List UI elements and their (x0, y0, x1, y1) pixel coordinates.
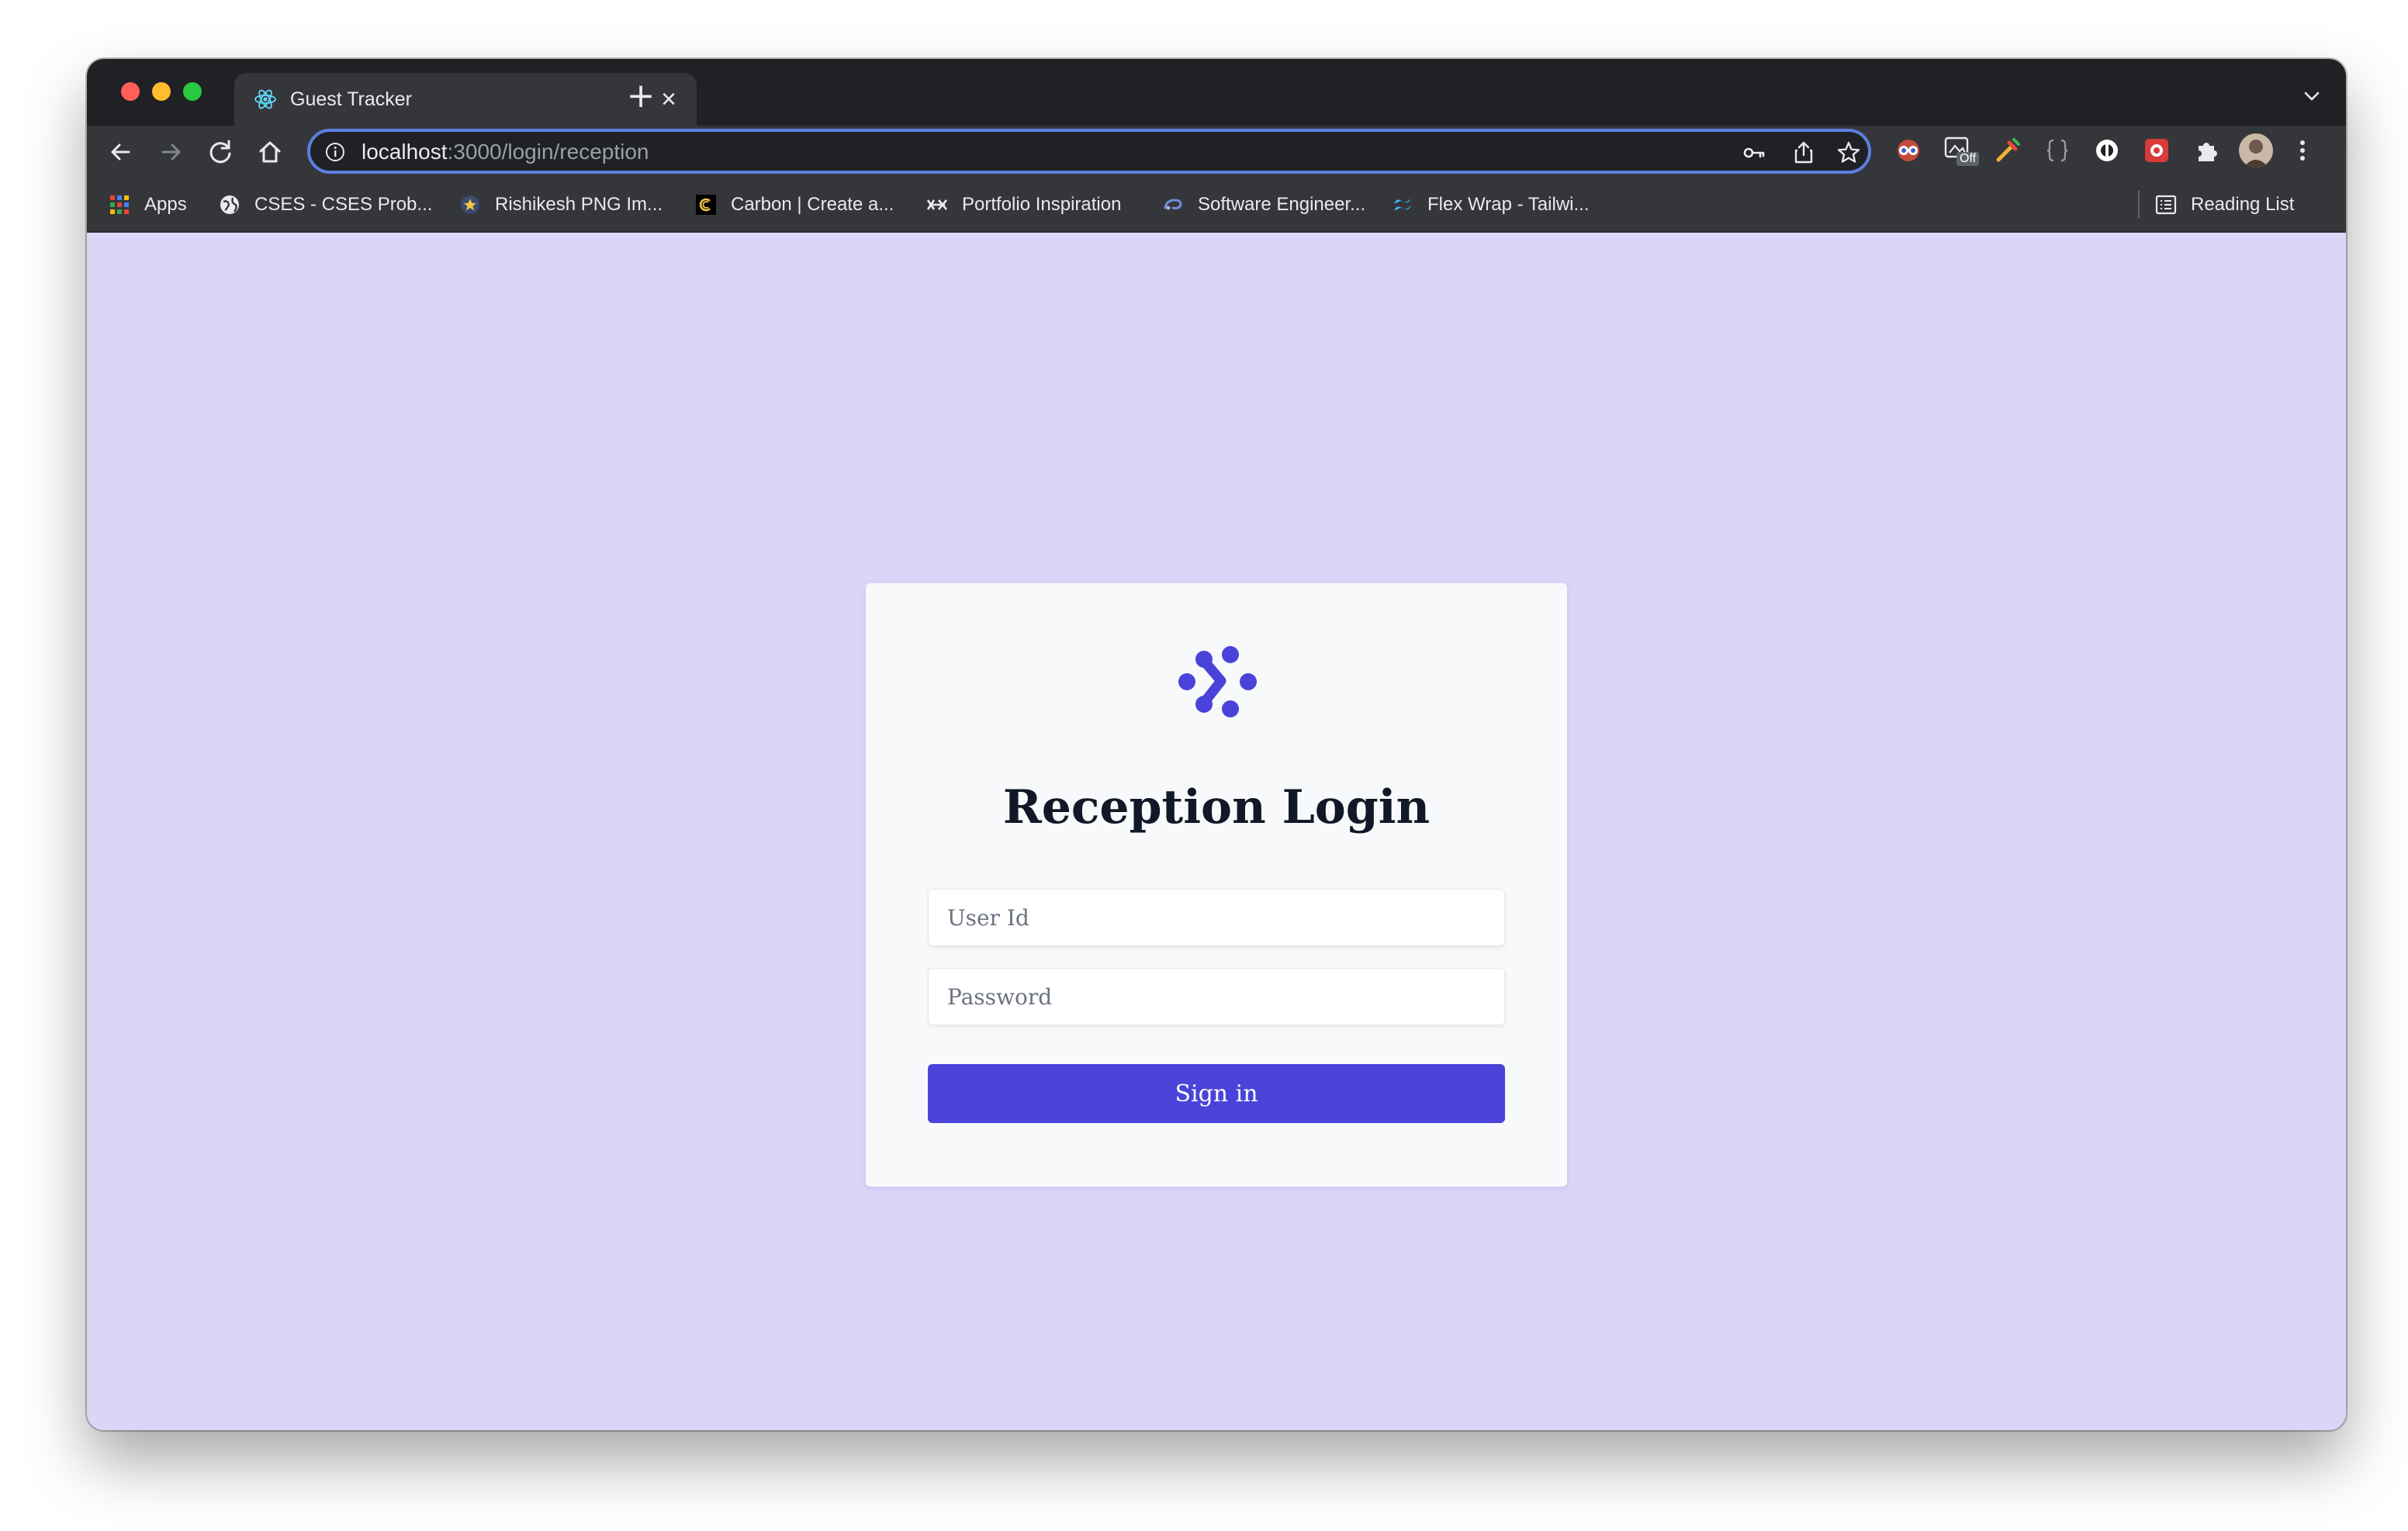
bookmark-label: Apps (144, 194, 187, 215)
chevron-down-icon[interactable] (2301, 85, 2323, 107)
bookmark-label: CSES - CSES Prob... (254, 194, 433, 215)
apps-grid-icon (110, 195, 129, 214)
browser-window: Guest Tracker × + localhost:3000/login/r… (87, 59, 2346, 1430)
bookmark-cses[interactable]: CSES - CSES Prob... (219, 191, 432, 219)
bookmark-flex-wrap-tailwind[interactable]: Flex Wrap - Tailwi... (1392, 191, 1590, 219)
app-logo-icon (1178, 646, 1257, 717)
site-info-icon[interactable] (324, 141, 346, 163)
tab-close-icon[interactable]: × (655, 85, 683, 113)
extension-dark-reader-icon[interactable] (2143, 137, 2171, 164)
address-bar[interactable]: localhost:3000/login/reception (307, 129, 1871, 174)
bookmarks-bar: Apps CSES - CSES Prob... Rishikesh PNG I… (87, 180, 2346, 233)
extension-circle-icon[interactable] (2093, 137, 2121, 164)
extension-off-badge: Off (1956, 152, 1980, 166)
bookmark-star-icon[interactable] (1835, 140, 1862, 166)
react-logo-icon (254, 89, 276, 109)
home-icon[interactable] (251, 133, 289, 171)
bookmark-software-engineer[interactable]: Software Engineer... (1162, 191, 1365, 219)
page-viewport: Reception Login Sign in (87, 233, 2346, 1430)
url-path: :3000/login/reception (447, 140, 649, 164)
share-icon[interactable] (1790, 140, 1817, 166)
swirl-logo-icon (1164, 199, 1182, 210)
extensions-puzzle-icon[interactable] (2192, 137, 2220, 164)
bookmark-rishikesh-png[interactable]: Rishikesh PNG Im... (459, 191, 663, 219)
bookmark-carbon[interactable]: Carbon | Create a... (695, 191, 894, 219)
bookmark-apps[interactable]: Apps (109, 191, 187, 219)
minimize-window-button[interactable] (152, 82, 171, 101)
sign-in-button[interactable]: Sign in (928, 1064, 1505, 1123)
extension-json-braces-icon[interactable] (2043, 137, 2071, 164)
close-window-button[interactable] (121, 82, 140, 101)
more-vertical-icon[interactable] (2289, 137, 2316, 164)
bookmark-label: Rishikesh PNG Im... (495, 194, 663, 215)
bookmark-portfolio-inspiration[interactable]: Portfolio Inspiration (926, 191, 1121, 219)
bookmark-label: Portfolio Inspiration (962, 194, 1122, 215)
login-card: Reception Login Sign in (866, 583, 1567, 1187)
bookmark-label: Flex Wrap - Tailwi... (1427, 194, 1590, 215)
password-input[interactable] (928, 968, 1505, 1025)
reading-list-button[interactable]: Reading List (2155, 191, 2294, 219)
tab-title: Guest Tracker (290, 88, 412, 110)
bookmarks-separator (2138, 191, 2140, 219)
url-text[interactable]: localhost:3000/login/reception (362, 140, 649, 164)
extension-owl-icon[interactable] (1894, 137, 1922, 164)
new-tab-button[interactable]: + (625, 79, 656, 113)
star-badge-icon (461, 195, 479, 214)
tab-strip: Guest Tracker × + (87, 59, 2346, 126)
avatar-silhouette-icon (2244, 140, 2268, 168)
key-icon[interactable] (1741, 140, 1767, 166)
maximize-window-button[interactable] (183, 82, 202, 101)
page-title: Reception Login (1002, 780, 1431, 835)
tailwind-logo-icon (1394, 199, 1411, 210)
reading-list-icon (2155, 195, 2177, 215)
extension-colorpicker-icon[interactable] (1994, 137, 2022, 164)
carbon-logo-icon (696, 195, 716, 215)
bookmark-label: Carbon | Create a... (731, 194, 894, 215)
user-id-input[interactable] (928, 889, 1505, 946)
browser-toolbar: localhost:3000/login/reception Off (87, 126, 2346, 180)
extension-switch-icon[interactable]: Off (1944, 137, 1980, 166)
portfolio-logo-icon (926, 199, 947, 210)
back-arrow-icon[interactable] (102, 133, 140, 171)
bookmark-label: Software Engineer... (1198, 194, 1366, 215)
url-host: localhost (362, 140, 448, 164)
forward-arrow-icon[interactable] (152, 133, 189, 171)
reading-list-label: Reading List (2191, 194, 2295, 215)
reload-icon[interactable] (202, 133, 239, 171)
profile-avatar[interactable] (2239, 133, 2273, 168)
globe-icon (220, 195, 239, 214)
